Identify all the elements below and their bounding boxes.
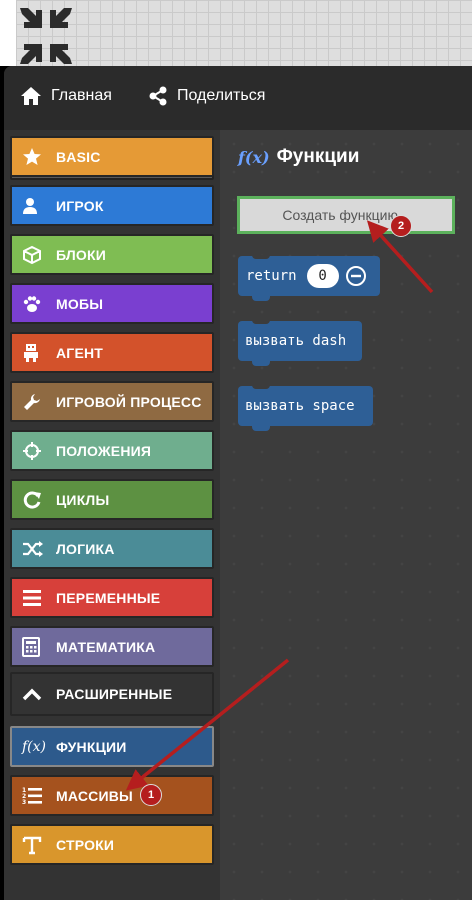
category-label: ЦИКЛЫ [56,491,110,508]
call-dash-block[interactable]: вызвать dash [238,320,362,366]
category-15[interactable]: СТРОКИ [10,824,214,865]
home-menu-item[interactable]: Главная [20,86,112,106]
category-label: СТРОКИ [56,836,115,853]
category-11[interactable]: МАТЕМАТИКА [10,626,214,667]
category-label: РАСШИРЕННЫЕ [56,686,173,702]
lines-icon [22,589,56,607]
category-14[interactable]: 1 2 3 МАССИВЫ [10,775,214,816]
share-icon [149,86,167,106]
category-9[interactable]: ЛОГИКА [10,528,214,569]
share-menu-item[interactable]: Поделиться [148,86,265,106]
category-8[interactable]: ЦИКЛЫ [10,479,214,520]
function-icon: f(x) [22,738,47,755]
block-notch [252,360,270,366]
category-5[interactable]: АГЕНТ [10,332,214,373]
category-label: МАТЕМАТИКА [56,638,156,655]
category-label: ФУНКЦИИ [56,738,127,755]
category-label: BASIC [56,148,101,165]
svg-text:3: 3 [22,799,26,806]
category-3[interactable]: БЛОКИ [10,234,214,275]
minus-circle-icon[interactable] [345,265,367,287]
category-label: ПОЛОЖЕНИЯ [56,442,152,459]
top-strip [0,0,472,66]
panel-title-text: Функции [276,146,360,167]
shuffle-icon [22,540,56,558]
home-icon [21,87,41,105]
return-value-input[interactable]: 0 [306,264,339,288]
category-label: БЛОКИ [56,246,107,263]
loop-icon [22,490,56,510]
paw-icon [22,294,56,314]
category-10[interactable]: ПЕРЕМЕННЫЕ [10,577,214,618]
category-7[interactable]: ПОЛОЖЕНИЯ [10,430,214,471]
annotation-badge-2: 2 [390,215,412,237]
category-label: ПЕРЕМЕННЫЕ [56,589,161,606]
share-label: Поделиться [177,87,266,104]
call-space-label: вызвать space [245,398,355,414]
text-icon [22,835,56,855]
call-dash-label: вызвать dash [245,333,347,349]
return-block-label: return [246,268,297,284]
agent-icon [22,343,56,363]
return-block[interactable]: return 0 [238,255,380,301]
call-space-block[interactable]: вызвать space [238,385,373,431]
create-function-button[interactable]: Создать функцию... [237,196,455,234]
person-icon [22,197,56,215]
menu-bar: Главная Поделиться [4,66,472,130]
category-label: МОБЫ [56,295,104,312]
category-4[interactable]: МОБЫ [10,283,214,324]
chevron-up-icon [22,687,56,701]
calculator-icon [22,636,56,657]
panel-title: f(x) Функции [238,146,359,168]
category-label: АГЕНТ [56,344,104,361]
editor-window: Главная Поделиться BASIC ИГРОК БЛОКИ МОБЫ АГ… [4,66,472,900]
list-numbered-icon: 123 [22,786,56,806]
category-label: МАССИВЫ [56,787,133,804]
category-6[interactable]: ИГРОВОЙ ПРОЦЕСС [10,381,214,422]
category-label: ИГРОК [56,197,104,214]
category-12[interactable]: РАСШИРЕННЫЕ [10,672,214,716]
category-label: ЛОГИКА [56,540,115,557]
crosshair-icon [22,441,56,461]
category-1[interactable]: BASIC [10,136,214,177]
blocks-flyout [220,130,472,900]
cube-icon [22,245,56,265]
wrench-icon [22,392,56,412]
workspace-grid-background [16,0,472,66]
star-icon [22,147,56,167]
home-label: Главная [51,87,112,104]
block-notch [252,425,270,431]
category-label: ИГРОВОЙ ПРОЦЕСС [56,393,202,410]
block-notch [252,295,270,301]
category-13[interactable]: f(x) ФУНКЦИИ [10,726,214,767]
annotation-badge-1: 1 [140,784,162,806]
category-2[interactable]: ИГРОК [10,185,214,226]
collapse-fullscreen-icon[interactable] [20,8,72,64]
function-icon: f(x) [238,147,270,167]
